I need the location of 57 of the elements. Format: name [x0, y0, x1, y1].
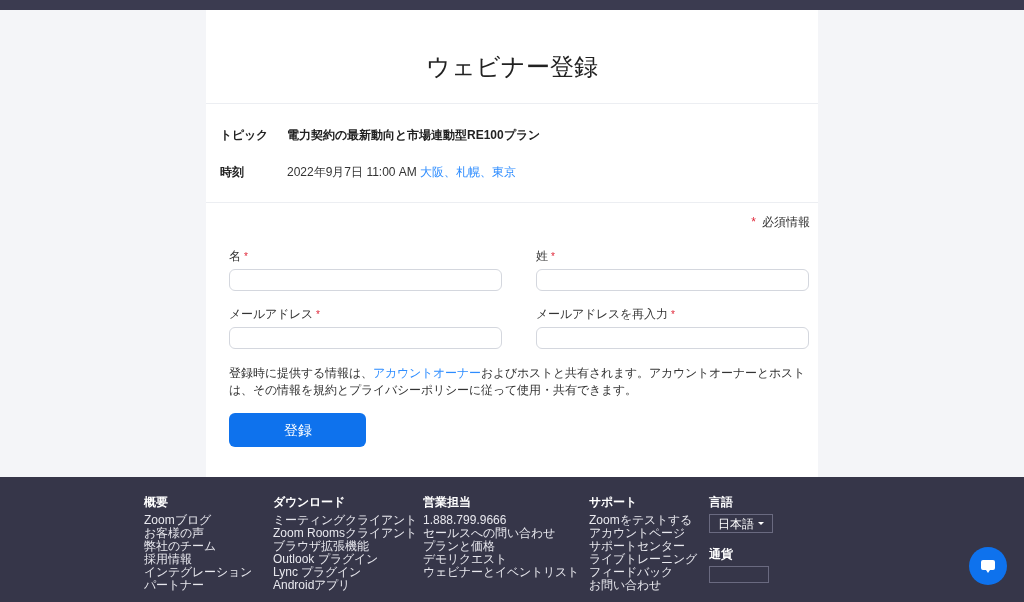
privacy-notice: 登録時に提供する情報は、アカウントオーナーおよびホストと共有されます。アカウントオーナーとホストは、その情報を規約とプライバシーポリシーに従って使用・共有できます。 — [228, 365, 806, 399]
footer-link[interactable]: デモリクエスト — [423, 553, 507, 566]
date-time: 2022年9月7日 11:00 AM — [287, 163, 417, 181]
footer-link[interactable]: ミーティングクライアント — [273, 514, 417, 527]
footer-link[interactable]: ライブトレーニング — [589, 553, 697, 566]
footer-link[interactable]: フィードバック — [589, 566, 673, 579]
footer-link[interactable]: お問い合わせ — [589, 579, 661, 592]
footer-heading: ダウンロード — [273, 495, 346, 509]
footer-link[interactable]: Zoom Roomsクライアント — [273, 527, 418, 540]
required-mark: * — [244, 249, 248, 264]
field-label: 姓 — [536, 248, 548, 265]
timezone-link[interactable]: 大阪、札幌、東京 — [419, 162, 516, 181]
footer-link[interactable]: 採用情報 — [144, 553, 192, 566]
footer-link[interactable]: サポートセンター — [589, 540, 685, 553]
footer-heading: 概要 — [144, 495, 169, 509]
footer-heading: サポート — [589, 495, 638, 509]
chat-bubble-icon — [981, 559, 995, 573]
topic-title: 電力契約の最新動向と市場連動型RE100プラン — [287, 126, 540, 144]
footer-link[interactable]: セールスへの問い合わせ — [423, 527, 555, 540]
language-select[interactable]: 日本語 — [709, 514, 773, 533]
footer-link[interactable]: パートナー — [144, 579, 204, 592]
footer-link[interactable]: Outlook プラグイン — [273, 553, 378, 566]
detail-label: 時刻 — [220, 163, 245, 181]
footer-heading: 営業担当 — [423, 495, 472, 509]
footer-link[interactable]: 弊社のチーム — [144, 540, 216, 553]
footer-link[interactable]: お客様の声 — [144, 527, 204, 540]
currency-select[interactable] — [709, 566, 769, 583]
footer-link[interactable]: Zoomブログ — [144, 514, 211, 527]
footer-link[interactable]: Zoomをテストする — [589, 514, 692, 527]
footer-link[interactable]: ウェビナーとイベントリスト — [423, 566, 579, 579]
detail-label: トピック — [220, 126, 269, 144]
required-info-note: 必須情報 — [762, 214, 810, 231]
page-title: ウェビナー登録 — [426, 52, 598, 82]
footer-link[interactable]: アカウントページ — [589, 527, 685, 540]
text-input[interactable] — [229, 327, 502, 349]
required-mark: * — [751, 214, 756, 231]
account-owner-link[interactable]: アカウントオーナー — [373, 366, 481, 380]
chat-button[interactable] — [969, 547, 1007, 585]
text-input[interactable] — [229, 269, 502, 291]
caret-icon — [758, 522, 764, 525]
field-label: メールアドレスを再入力 — [536, 306, 668, 323]
required-mark: * — [316, 307, 320, 322]
required-mark: * — [551, 249, 555, 264]
register-button[interactable]: 登録 — [229, 413, 366, 447]
footer-link[interactable]: インテグレーション — [144, 566, 252, 579]
field-label: メールアドレス — [229, 306, 313, 323]
text-input[interactable] — [536, 327, 809, 349]
footer-link[interactable]: 1.888.799.9666 — [423, 514, 507, 527]
text-input[interactable] — [536, 269, 809, 291]
footer-heading: 通貨 — [709, 547, 734, 561]
footer-heading: 言語 — [709, 495, 734, 509]
required-mark: * — [671, 307, 675, 322]
footer-link[interactable]: Androidアプリ — [273, 579, 351, 592]
footer-link[interactable]: Lync プラグイン — [273, 566, 362, 579]
footer-link[interactable]: プランと価格 — [423, 540, 495, 553]
footer-link[interactable]: ブラウザ拡張機能 — [273, 540, 369, 553]
field-label: 名 — [229, 248, 241, 265]
